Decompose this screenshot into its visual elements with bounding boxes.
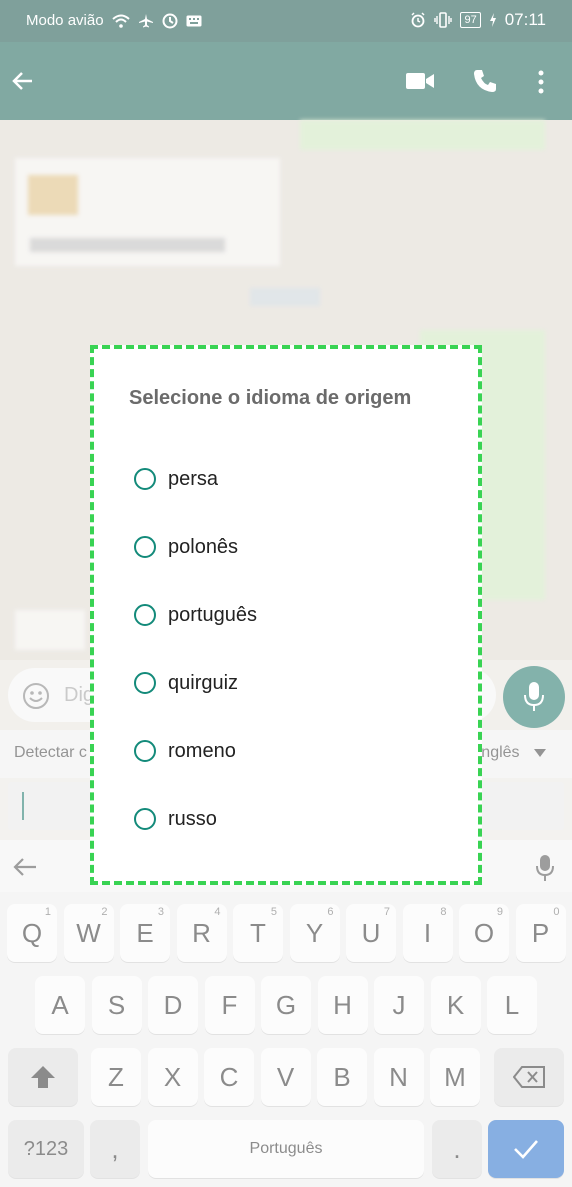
language-option-label: quirguiz	[168, 671, 239, 694]
radio-button[interactable]	[134, 808, 156, 830]
language-option-label: persa	[168, 467, 219, 490]
radio-button[interactable]	[134, 536, 156, 558]
language-option-persa[interactable]: persa	[134, 459, 218, 499]
language-option-português[interactable]: português	[134, 595, 257, 635]
language-option-russo[interactable]: russo	[134, 799, 217, 839]
source-language-dialog: Selecione o idioma de origem persa polonê…	[90, 345, 482, 885]
radio-button[interactable]	[134, 468, 156, 490]
radio-button[interactable]	[134, 672, 156, 694]
language-option-label: romeno	[168, 739, 236, 762]
language-option-polonês[interactable]: polonês	[134, 527, 238, 567]
language-option-label: russo	[168, 807, 217, 830]
language-option-quirguiz[interactable]: quirguiz	[134, 663, 238, 703]
language-option-label: português	[168, 603, 257, 626]
radio-button[interactable]	[134, 740, 156, 762]
dialog-title: Selecione o idioma de origem	[129, 387, 412, 409]
language-option-romeno[interactable]: romeno	[134, 731, 236, 771]
language-option-label: polonês	[168, 535, 239, 558]
radio-button[interactable]	[134, 604, 156, 626]
